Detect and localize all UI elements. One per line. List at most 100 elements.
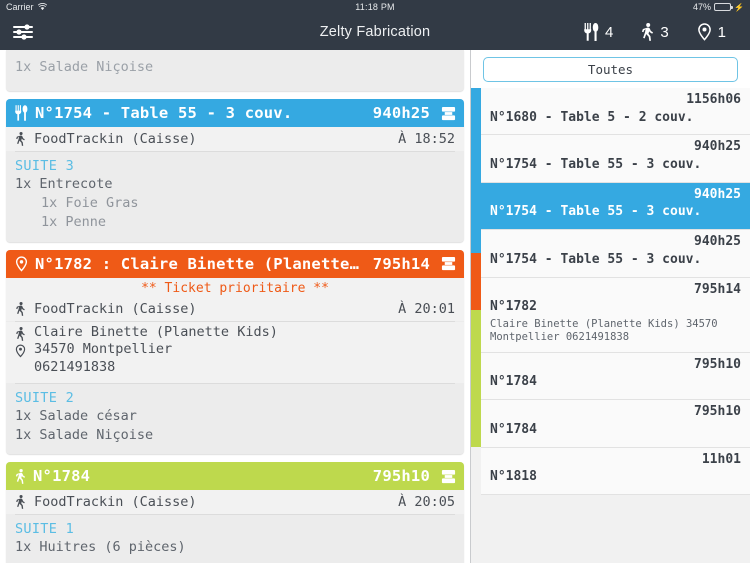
order-elapsed: 795h14 [694, 281, 741, 297]
order-elapsed: 795h10 [694, 404, 741, 420]
order-elapsed: 940h25 [694, 186, 741, 202]
ticket-card-1782[interactable]: N°1782 : Claire Binette (Planette Kid… 7… [6, 249, 464, 455]
order-elapsed: 795h10 [694, 356, 741, 372]
fork-knife-icon [15, 105, 28, 121]
order-title: N°1680 - Table 5 - 2 couv. [490, 109, 694, 125]
ticket-header[interactable]: N°1782 : Claire Binette (Planette Kid… 7… [6, 249, 464, 278]
customer-name: Claire Binette (Planette Kids) [34, 323, 278, 340]
navigation-bar: Zelty Fabrication 4 3 1 [0, 14, 750, 50]
customer-phone: 0621491838 [34, 359, 116, 376]
ticket-item: 1x Penne [41, 214, 107, 231]
ticket-title: N°1754 - Table 55 - 3 couv. [35, 104, 293, 123]
ticket-source-time: À 20:05 [398, 494, 455, 511]
ticket-header[interactable]: N°1784 795h10 [6, 462, 464, 491]
customer-address-row: 34570 Montpellier [15, 341, 455, 359]
ticket-card-1784[interactable]: N°1784 795h10 FoodTrackin (Caisse) À 20:… [6, 462, 464, 563]
order-rows: 1156h06 N°1680 - Table 5 - 2 couv. 940h2… [481, 88, 750, 563]
order-list-panel: Toutes 1156h06 N°1680 - Table 5 - 2 couv… [470, 50, 750, 563]
order-row[interactable]: 11h01 N°1818 [481, 447, 750, 495]
order-elapsed: 940h25 [694, 234, 741, 250]
customer-address: 34570 Montpellier [34, 341, 173, 358]
order-subtitle: Claire Binette (Planette Kids) 34570 Mon… [490, 317, 718, 344]
order-title: N°1754 - Table 55 - 3 couv. [490, 251, 702, 267]
accent-segment-orange [471, 253, 481, 310]
delivery-count: 1 [717, 23, 726, 41]
printer-icon[interactable] [441, 256, 456, 271]
walking-person-icon [15, 132, 27, 147]
walking-person-icon [15, 301, 27, 316]
ticket-items: 1x Salade Niçoise [6, 50, 464, 92]
app-screen: Carrier 11:18 PM 47% ⚡ Zelty Fabrication… [0, 0, 750, 563]
dine-in-counter[interactable]: 4 [570, 23, 627, 41]
order-row-selected[interactable]: 940h25 N°1754 - Table 55 - 3 couv. [481, 182, 750, 231]
ticket-card-1754[interactable]: N°1754 - Table 55 - 3 couv. 940h25 FoodT… [6, 99, 464, 242]
app-body: 1x Salade Niçoise N°1754 - Table 55 - 3 … [0, 50, 750, 563]
ticket-source-row: FoodTrackin (Caisse) À 18:52 [6, 127, 464, 152]
order-title: N°1784 [490, 421, 537, 437]
order-row[interactable]: 795h14 N°1782 Claire Binette (Planette K… [481, 277, 750, 353]
order-list-empty-space [481, 495, 750, 563]
ticket-source-time: À 20:01 [398, 300, 455, 317]
order-list[interactable]: 1156h06 N°1680 - Table 5 - 2 couv. 940h2… [471, 88, 750, 563]
order-row[interactable]: 795h10 N°1784 [481, 352, 750, 401]
priority-banner: ** Ticket prioritaire ** [6, 277, 464, 297]
ticket-elapsed-time: 795h10 [372, 467, 430, 486]
battery-percent-label: 47% [693, 2, 712, 12]
walking-person-icon [15, 468, 26, 484]
order-title: N°1754 - Table 55 - 3 couv. [490, 156, 702, 172]
order-row[interactable]: 795h10 N°1784 [481, 400, 750, 448]
order-title: N°1754 - Table 55 - 3 couv. [490, 204, 702, 220]
order-elapsed: 940h25 [694, 139, 741, 155]
battery-icon [714, 3, 734, 11]
ios-status-bar: Carrier 11:18 PM 47% ⚡ [0, 0, 750, 14]
fork-knife-icon [584, 23, 599, 41]
location-pin-icon [15, 341, 27, 358]
ticket-items: SUITE 3 1x Entrecote 1x Foie Gras 1x Pen… [6, 152, 464, 242]
ticket-item: 1x Foie Gras [41, 195, 139, 212]
walking-person-icon [15, 495, 27, 510]
customer-name-row: Claire Binette (Planette Kids) [15, 324, 455, 342]
status-bar-clock: 11:18 PM [355, 2, 395, 12]
ticket-item: 1x Huitres (6 pièces) [15, 539, 186, 556]
ticket-elapsed-time: 795h14 [372, 254, 430, 273]
ticket-board[interactable]: 1x Salade Niçoise N°1754 - Table 55 - 3 … [0, 50, 470, 563]
status-bar-right: 47% ⚡ [693, 2, 744, 12]
printer-icon[interactable] [441, 106, 456, 121]
ticket-item: 1x Entrecote [15, 176, 113, 193]
printer-icon[interactable] [441, 469, 456, 484]
sliders-filter-icon[interactable] [0, 14, 46, 50]
ticket-source-label: FoodTrackin (Caisse) [34, 131, 197, 148]
accent-segment-blue [471, 88, 481, 253]
order-title: N°1818 [490, 469, 537, 485]
ticket-course-label: SUITE 3 [15, 158, 74, 175]
customer-block: Claire Binette (Planette Kids) 34570 Mon… [6, 321, 464, 384]
order-row[interactable]: 940h25 N°1754 - Table 55 - 3 couv. [481, 230, 750, 278]
order-row[interactable]: 940h25 N°1754 - Table 55 - 3 couv. [481, 135, 750, 183]
order-row[interactable]: 1156h06 N°1680 - Table 5 - 2 couv. [481, 88, 750, 136]
ticket-source-row: FoodTrackin (Caisse) À 20:01 [6, 296, 464, 321]
charging-bolt-icon: ⚡ [734, 2, 744, 12]
delivery-counter[interactable]: 1 [683, 23, 750, 41]
ticket-item: 1x Salade Niçoise [15, 59, 154, 75]
ticket-card-partial[interactable]: 1x Salade Niçoise [6, 50, 464, 92]
order-type-counters: 4 3 1 [570, 23, 750, 41]
order-title: N°1782 [490, 299, 537, 315]
order-title: N°1784 [490, 374, 537, 390]
location-pin-icon [15, 255, 28, 272]
accent-segment-empty [471, 447, 481, 563]
ticket-items: SUITE 2 1x Salade césar 1x Salade Niçois… [6, 384, 464, 455]
ticket-course-label: SUITE 1 [15, 521, 74, 538]
order-accent-strip [471, 88, 481, 563]
ticket-title: N°1782 : Claire Binette (Planette Kid… [35, 254, 363, 273]
filter-all-button[interactable]: Toutes [483, 57, 738, 82]
ticket-source-label: FoodTrackin (Caisse) [34, 494, 197, 511]
ticket-source-time: À 18:52 [398, 131, 455, 148]
takeaway-counter[interactable]: 3 [627, 23, 682, 41]
walking-person-icon [641, 23, 654, 41]
dine-in-count: 4 [604, 23, 614, 41]
ticket-header[interactable]: N°1754 - Table 55 - 3 couv. 940h25 [6, 99, 464, 128]
accent-segment-green [471, 310, 481, 447]
ticket-elapsed-time: 940h25 [372, 104, 430, 123]
ticket-item: 1x Salade césar [15, 408, 137, 425]
location-pin-icon [697, 23, 712, 41]
